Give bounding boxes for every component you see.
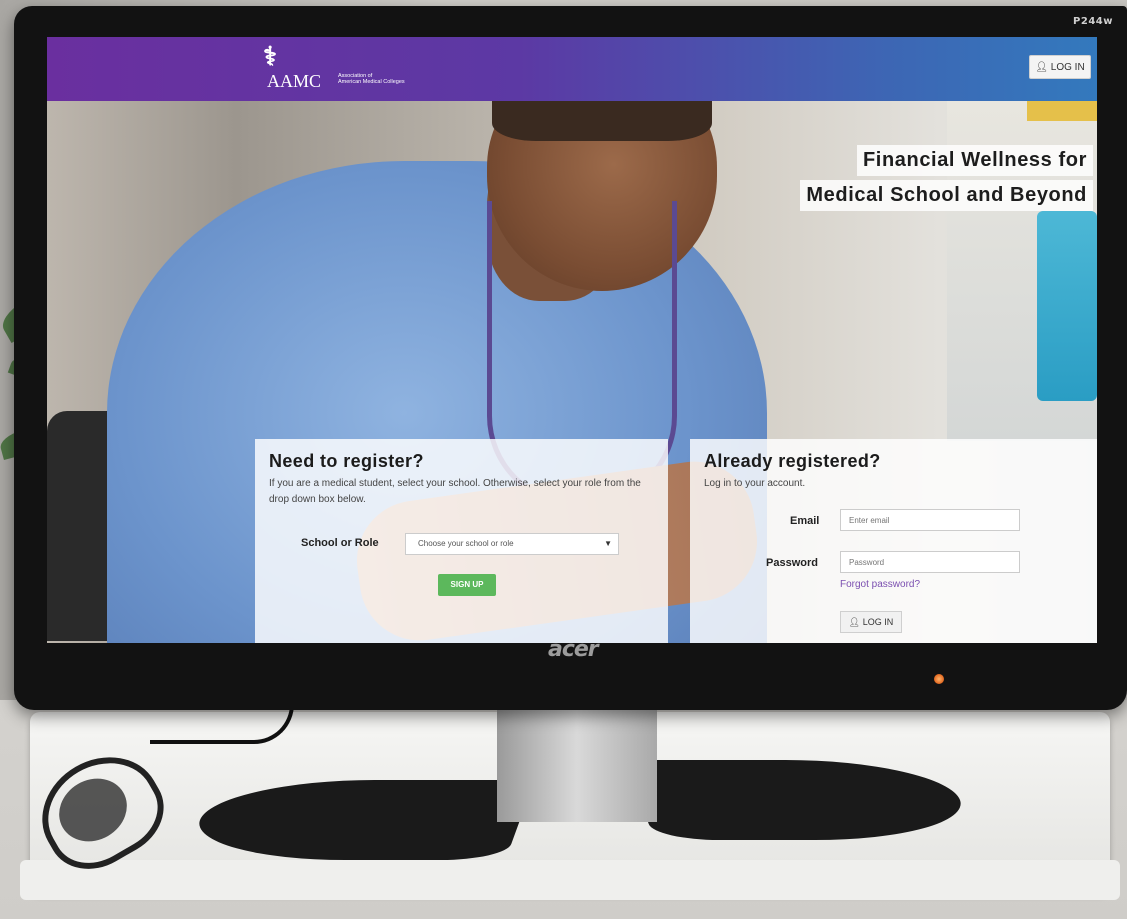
hero-headline: Financial Wellness for Medical School an… — [800, 145, 1093, 215]
header-login-label: LOG IN — [1050, 62, 1085, 73]
register-title: Need to register? — [269, 451, 424, 471]
user-icon: 👤︎ — [1035, 62, 1048, 73]
register-card: Need to register? If you are a medical s… — [255, 439, 668, 643]
header-login-button[interactable]: 👤︎ LOG IN — [1029, 55, 1091, 79]
monitor-model-label: P244w — [1073, 16, 1113, 27]
aamc-logo[interactable]: ⚕ AAMC Association of American Medical C… — [263, 44, 463, 96]
user-icon: 👤︎ — [848, 617, 861, 627]
register-description: If you are a medical student, select you… — [269, 478, 641, 505]
school-role-label: School or Role — [301, 537, 379, 549]
signup-button[interactable]: SIGN UP — [438, 574, 496, 596]
hero-background-shelf — [1027, 101, 1097, 121]
logo-wordmark: AAMC — [267, 71, 322, 91]
chevron-down-icon: ▼ — [604, 539, 612, 548]
desk-front — [20, 860, 1120, 900]
power-led — [934, 674, 944, 684]
password-field[interactable] — [840, 551, 1020, 573]
hero-section: Financial Wellness for Medical School an… — [47, 101, 1097, 643]
login-title: Already registered? — [704, 451, 881, 471]
login-card: Already registered? Log in to your accou… — [690, 439, 1097, 643]
caduceus-icon: ⚕ — [263, 42, 278, 72]
monitor-stand-neck — [497, 710, 657, 822]
email-field[interactable] — [840, 509, 1020, 531]
headline-line-2: Medical School and Beyond — [800, 180, 1093, 211]
logo-subtitle-line2: American Medical Colleges — [338, 79, 405, 85]
forgot-password-link[interactable]: Forgot password? — [840, 579, 920, 590]
login-description: Log in to your account. — [704, 478, 806, 489]
school-role-select[interactable]: Choose your school or role ▼ — [405, 533, 619, 555]
email-label: Email — [790, 515, 820, 527]
hero-background-bottle — [1037, 211, 1097, 401]
password-label: Password — [766, 557, 818, 569]
hero-person-hair — [492, 101, 712, 141]
login-button[interactable]: 👤︎ LOG IN — [840, 611, 902, 633]
headline-line-1: Financial Wellness for — [856, 145, 1093, 176]
school-role-select-value: Choose your school or role — [418, 539, 514, 548]
logo-subtitle: Association of American Medical Colleges — [338, 73, 458, 85]
monitor-screen: ⚕ AAMC Association of American Medical C… — [47, 37, 1097, 643]
site-header: ⚕ AAMC Association of American Medical C… — [47, 37, 1097, 101]
login-button-label: LOG IN — [862, 617, 894, 627]
